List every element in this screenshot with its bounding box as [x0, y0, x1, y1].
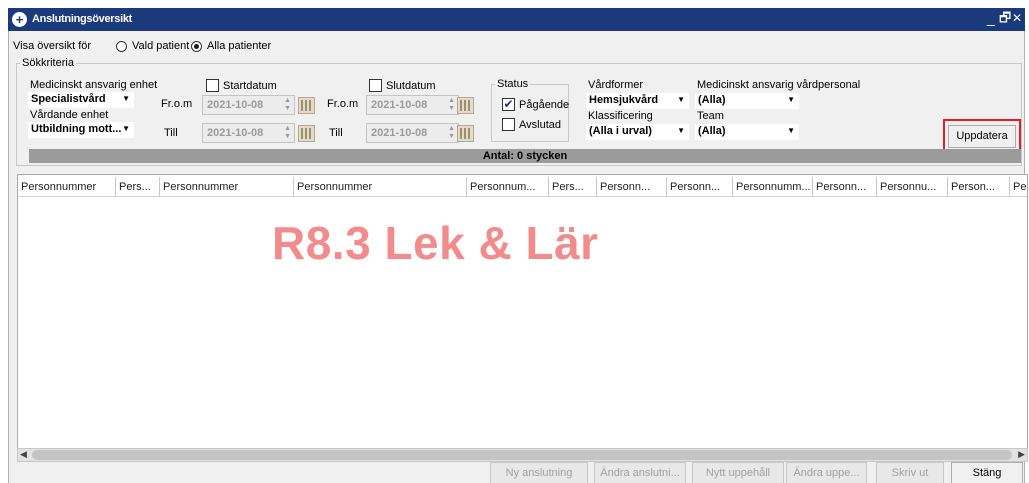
calendar-icon[interactable] — [298, 125, 315, 142]
care-unit-label: Vårdande enhet — [30, 109, 109, 121]
team-label: Team — [697, 110, 724, 122]
medical-unit-label: Medicinskt ansvarig enhet — [30, 79, 158, 91]
staff-value: (Alla) — [698, 94, 726, 106]
edit-connection-button[interactable]: Ändra anslutni... — [594, 462, 686, 483]
care-forms-value: Hemsjukvård — [589, 94, 659, 106]
app-logo-icon: + — [12, 12, 27, 27]
care-unit-select[interactable]: Utbildning mott... ▼ — [28, 122, 134, 138]
restore-button[interactable]: 🗗 — [999, 9, 1011, 31]
column-header[interactable]: Personnummer — [294, 177, 467, 197]
classification-select[interactable]: (Alla i urval) ▼ — [586, 124, 689, 140]
staff-label: Medicinskt ansvarig vårdpersonal — [697, 79, 861, 91]
column-header[interactable]: Personnum... — [467, 177, 549, 197]
start-to-date-field[interactable]: 2021-10-08 ▲ ▼ — [202, 123, 295, 143]
team-value: (Alla) — [698, 125, 726, 137]
new-connection-button[interactable]: Ny anslutning — [490, 462, 588, 483]
radio-selected-patient[interactable] — [116, 41, 127, 52]
end-from-label: Fr.o.m — [327, 98, 359, 110]
column-header[interactable]: Personnu... — [877, 177, 948, 197]
column-header[interactable]: Per — [1010, 177, 1027, 197]
staff-select[interactable]: (Alla) ▼ — [695, 93, 799, 109]
main-window: Visa översikt för Vald patient Alla pati… — [8, 31, 1028, 483]
start-to-label: Till — [164, 127, 178, 139]
finished-label: Avslutad — [519, 119, 561, 131]
end-date-checkbox[interactable] — [369, 79, 382, 92]
spin-arrows-icon: ▲ ▼ — [284, 97, 291, 112]
start-from-label: Fr.o.m — [161, 98, 193, 110]
column-header[interactable]: Personnumm... — [733, 177, 813, 197]
scroll-left-icon[interactable]: ◀ — [20, 449, 27, 460]
finished-checkbox[interactable] — [502, 118, 515, 131]
care-forms-label: Vårdformer — [588, 79, 644, 91]
end-to-label: Till — [329, 127, 343, 139]
spin-arrows-icon: ▲ ▼ — [448, 125, 455, 140]
scroll-right-icon[interactable]: ▶ — [1018, 449, 1025, 460]
chevron-down-icon: ▼ — [677, 126, 685, 135]
column-header[interactable]: Person... — [948, 177, 1010, 197]
radio-selected-patient-label[interactable]: Vald patient — [132, 40, 189, 52]
chevron-down-icon: ▼ — [787, 95, 795, 104]
print-button[interactable]: Skriv ut — [876, 462, 944, 483]
radio-all-patients[interactable] — [191, 41, 202, 52]
search-criteria-label: Sökkriteria — [20, 57, 76, 69]
team-select[interactable]: (Alla) ▼ — [695, 124, 799, 140]
column-header[interactable]: Pers... — [116, 177, 160, 197]
start-to-date-value: 2021-10-08 — [207, 127, 264, 139]
start-date-checkbox[interactable] — [206, 79, 219, 92]
edit-pause-button[interactable]: Ändra uppe... — [786, 462, 867, 483]
chevron-down-icon: ▼ — [787, 126, 795, 135]
window-title: Anslutningsöversikt — [32, 13, 133, 25]
table-header: Personnummer Pers... Personnummer Person… — [18, 177, 1027, 197]
column-header[interactable]: Pers... — [549, 177, 597, 197]
new-pause-button[interactable]: Nytt uppehåll — [692, 462, 784, 483]
spin-arrows-icon: ▲ ▼ — [284, 125, 291, 140]
title-bar: + Anslutningsöversikt _ 🗗 ✕ — [8, 8, 1025, 31]
column-header[interactable]: Personn... — [813, 177, 877, 197]
medical-unit-value: Specialistvård — [31, 93, 106, 105]
column-header[interactable]: Personn... — [667, 177, 733, 197]
care-forms-select[interactable]: Hemsjukvård ▼ — [586, 93, 689, 109]
chevron-down-icon: ▼ — [122, 94, 130, 103]
chevron-down-icon: ▼ — [122, 124, 130, 133]
start-from-date-value: 2021-10-08 — [207, 99, 264, 111]
medical-unit-select[interactable]: Specialistvård ▼ — [28, 92, 134, 108]
calendar-icon[interactable] — [457, 97, 474, 114]
classification-value: (Alla i urval) — [589, 125, 652, 137]
count-bar: Antal: 0 stycken — [29, 149, 1021, 163]
view-label: Visa översikt för — [13, 40, 92, 52]
ongoing-checkbox[interactable]: ✔ — [502, 98, 515, 111]
chevron-down-icon: ▼ — [677, 95, 685, 104]
column-header[interactable]: Personnummer — [18, 177, 116, 197]
ongoing-label: Pågående — [519, 99, 570, 111]
calendar-icon[interactable] — [298, 97, 315, 114]
column-header[interactable]: Personn... — [597, 177, 667, 197]
environment-watermark: R8.3 Lek & Lär — [272, 217, 599, 269]
end-from-date-value: 2021-10-08 — [371, 99, 428, 111]
classification-label: Klassificering — [588, 110, 653, 122]
minimize-button[interactable]: _ — [987, 10, 995, 26]
status-group — [491, 84, 569, 142]
end-to-date-value: 2021-10-08 — [371, 127, 428, 139]
column-header[interactable]: Personnummer — [160, 177, 294, 197]
horizontal-scrollbar[interactable]: ◀ ▶ — [17, 448, 1028, 462]
spin-arrows-icon: ▲ ▼ — [448, 97, 455, 112]
start-from-date-field[interactable]: 2021-10-08 ▲ ▼ — [202, 95, 295, 115]
close-dialog-button[interactable]: Stäng — [951, 462, 1023, 483]
radio-all-patients-label[interactable]: Alla patienter — [207, 40, 271, 52]
scroll-thumb[interactable] — [32, 450, 1012, 460]
end-date-label: Slutdatum — [386, 80, 436, 92]
end-from-date-field[interactable]: 2021-10-08 ▲ ▼ — [366, 95, 459, 115]
start-date-label: Startdatum — [223, 80, 277, 92]
status-label: Status — [495, 78, 531, 90]
care-unit-value: Utbildning mott... — [31, 123, 122, 135]
highlight-box — [943, 119, 1021, 152]
end-to-date-field[interactable]: 2021-10-08 ▲ ▼ — [366, 123, 459, 143]
calendar-icon[interactable] — [457, 125, 474, 142]
close-button[interactable]: ✕ — [1012, 11, 1022, 25]
